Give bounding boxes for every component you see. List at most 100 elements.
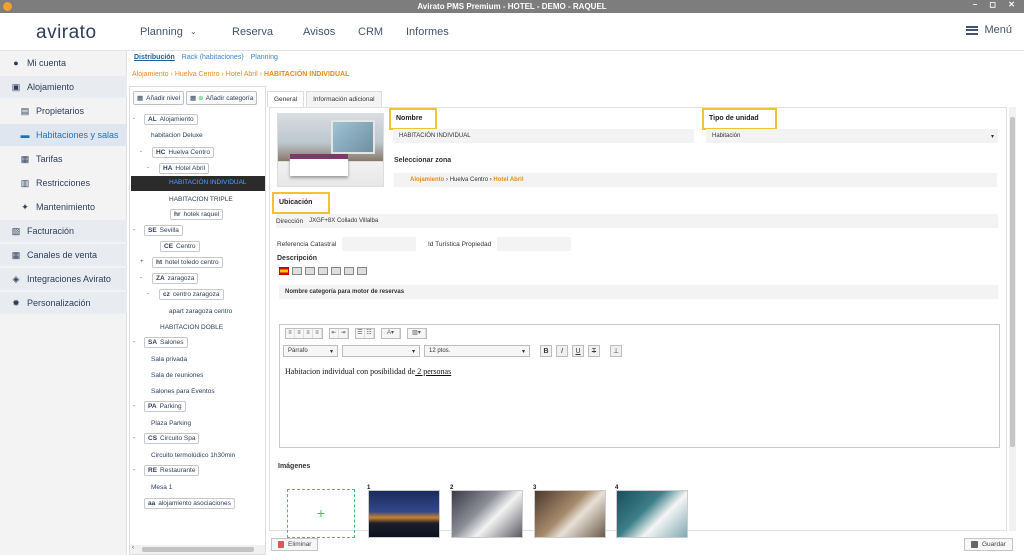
collapse-icon[interactable]: - [133, 116, 135, 122]
tree-node-sa[interactable]: - SA Salones [133, 337, 188, 348]
nombre-field[interactable]: HABITACIÓN INDIVIDUAL [393, 129, 694, 143]
tree-leaf[interactable]: Mesa 1 [151, 484, 172, 491]
scroll-left-icon[interactable]: ‹ [132, 545, 134, 551]
id-turistica-input[interactable] [497, 237, 571, 251]
bold-button[interactable]: B [540, 345, 552, 357]
tree-node-re[interactable]: - RE Restaurante [133, 465, 200, 476]
collapse-icon[interactable]: - [133, 435, 135, 441]
nav-informes[interactable]: Informes [406, 26, 449, 38]
nav-planning[interactable]: Planning [140, 26, 183, 38]
image-thumbnail[interactable]: 3 [533, 485, 606, 538]
zona-breadcrumb[interactable]: Alojamiento › Huelva Centro › Hotel Abri… [394, 173, 997, 187]
scrollbar-thumb[interactable] [142, 547, 254, 552]
flag-icon[interactable] [292, 267, 302, 275]
sidebar-item-facturacion[interactable]: ▧ Facturación [0, 220, 127, 242]
size-select[interactable]: 12 ptos. ▾ [424, 345, 530, 357]
sidebar-item-tarifas[interactable]: ▦ Tarifas [0, 148, 127, 170]
collapse-icon[interactable]: - [140, 149, 142, 155]
form-vertical-scrollbar[interactable] [1009, 107, 1016, 531]
collapse-icon[interactable]: - [140, 275, 142, 281]
chevron-down-icon[interactable]: ⌄ [190, 27, 197, 36]
tree-node-ce[interactable]: CE Centro [160, 241, 200, 252]
collapse-icon[interactable]: - [133, 403, 135, 409]
tree-leaf[interactable]: Plaza Parking [151, 420, 191, 427]
indent-icon[interactable]: ⇥ [339, 329, 348, 338]
tree-node-ht[interactable]: + ht hotel toledo centro [140, 257, 223, 268]
breadcrumb-item[interactable]: Alojamiento [132, 71, 169, 78]
tree-leaf[interactable]: Sala privada [151, 356, 187, 363]
italic-button[interactable]: I [556, 345, 568, 357]
image-thumbnail[interactable]: 1 [367, 485, 440, 538]
delete-button[interactable]: Eliminar [271, 538, 319, 551]
flag-icon[interactable] [318, 267, 328, 275]
editor-content[interactable]: Habitacion individual con posibilidad de… [285, 367, 451, 376]
tipo-unidad-select[interactable]: Habitación ▾ [706, 129, 998, 143]
tree-leaf[interactable]: HABITACION DOBLE [160, 324, 223, 331]
sidebar-item-integraciones[interactable]: ◈ Integraciones Avirato [0, 268, 127, 290]
tree-node-hr[interactable]: hr hotek raquel [170, 209, 224, 220]
nav-avisos[interactable]: Avisos [303, 26, 335, 38]
tree-leaf[interactable]: habitacion Deluxe [151, 132, 203, 139]
sidebar-item-habitaciones[interactable]: ▬ Habitaciones y salas [0, 124, 127, 146]
menu-button[interactable]: Menú [966, 24, 1012, 36]
tab-distribucion[interactable]: Distribución [134, 54, 175, 61]
align-left-icon[interactable]: ≡ [286, 329, 295, 338]
tab-general[interactable]: General [267, 91, 305, 107]
tab-rack[interactable]: Rack (habitaciones) [182, 54, 244, 61]
format-select[interactable]: Párrafo ▾ [283, 345, 338, 357]
outdent-icon[interactable]: ⇤ [330, 329, 339, 338]
zona-item[interactable]: Alojamiento [410, 177, 444, 183]
zona-item[interactable]: Huelva Centro [450, 177, 488, 183]
sidebar-item-alojamiento[interactable]: ▣ Alojamiento [0, 76, 127, 98]
tree-leaf-selected[interactable]: HABITACIÓN INDIVIDUAL [131, 176, 265, 191]
image-thumbnail[interactable]: 4 [615, 485, 688, 538]
tree-leaf[interactable]: apart zaragoza centro [169, 308, 232, 315]
collapse-icon[interactable]: - [133, 339, 135, 345]
insert-image-icon[interactable]: ▨▾ [408, 329, 426, 338]
room-main-photo[interactable] [277, 113, 384, 187]
collapse-icon[interactable]: - [147, 291, 149, 297]
tree-leaf[interactable]: HABITACION TRIPLE [169, 196, 233, 203]
tree-node-cs[interactable]: - CS Circuito Spa [133, 433, 200, 444]
zona-item[interactable]: Hotel Abril [493, 177, 523, 183]
image-thumbnail[interactable]: 2 [450, 485, 523, 538]
sidebar-item-mi-cuenta[interactable]: ● Mi cuenta [0, 52, 127, 74]
align-right-icon[interactable]: ≡ [304, 329, 313, 338]
font-select[interactable]: ▾ [342, 345, 420, 357]
align-center-icon[interactable]: ≡ [295, 329, 304, 338]
expand-icon[interactable]: + [140, 259, 144, 265]
flag-icon[interactable] [331, 267, 341, 275]
tree-node-ha[interactable]: - HA Hotel Abril [147, 163, 210, 174]
tree-horizontal-scrollbar[interactable]: ‹ [130, 545, 265, 554]
direccion-value[interactable]: JXGF+8X Collado Villalba [309, 218, 378, 224]
sidebar-item-personalizacion[interactable]: ✹ Personalización [0, 292, 127, 314]
tree-node-aa[interactable]: aa alojamiento asociaciones [144, 498, 235, 509]
tree-node-za[interactable]: - ZA zaragoza [140, 273, 199, 284]
sidebar-item-canales[interactable]: ▦ Canales de venta [0, 244, 127, 266]
tree-node-cz[interactable]: - cz centro zaragoza [147, 289, 224, 300]
save-button[interactable]: Guardar [964, 538, 1013, 551]
nav-crm[interactable]: CRM [358, 26, 383, 38]
rich-text-editor[interactable]: ≡ ≡ ≡ ≡ ⇤ ⇥ ☰ ☷ A▾ ▨▾ Párrafo ▾ ▾ 12 ptos. ▾ B … [279, 324, 1000, 448]
collapse-icon[interactable]: - [133, 227, 135, 233]
bullet-list-icon[interactable]: ☰ [356, 329, 365, 338]
ref-catastral-input[interactable] [342, 237, 416, 251]
tab-planning[interactable]: Planning [251, 54, 278, 61]
underline-button[interactable]: U [572, 345, 584, 357]
sidebar-item-propietarios[interactable]: ▤ Propietarios [0, 100, 127, 122]
add-category-button[interactable]: ▦ ⊕ Añadir categoría [186, 91, 258, 105]
tree-node-pa[interactable]: - PA Parking [133, 401, 186, 412]
sidebar-item-mantenimiento[interactable]: ✦ Mantenimiento [0, 196, 127, 218]
align-justify-icon[interactable]: ≡ [313, 329, 322, 338]
tree-leaf[interactable]: Salones para Eventos [151, 388, 215, 395]
tab-informacion-adicional[interactable]: Información adicional [306, 91, 382, 107]
tree-leaf[interactable]: Circuito termolúdico 1h30min [151, 452, 235, 459]
font-color-icon[interactable]: A▾ [382, 329, 400, 338]
tree-leaf[interactable]: Sala de reuniones [151, 372, 203, 379]
strikethrough-button[interactable]: T [588, 345, 600, 357]
tree-node-hc[interactable]: - HC Huelva Centro [140, 147, 214, 158]
nav-reserva[interactable]: Reserva [232, 26, 273, 38]
tree-node-al[interactable]: - AL Alojamiento [133, 114, 198, 125]
flag-icon[interactable] [344, 267, 354, 275]
tree-node-se[interactable]: - SE Sevilla [133, 225, 183, 236]
